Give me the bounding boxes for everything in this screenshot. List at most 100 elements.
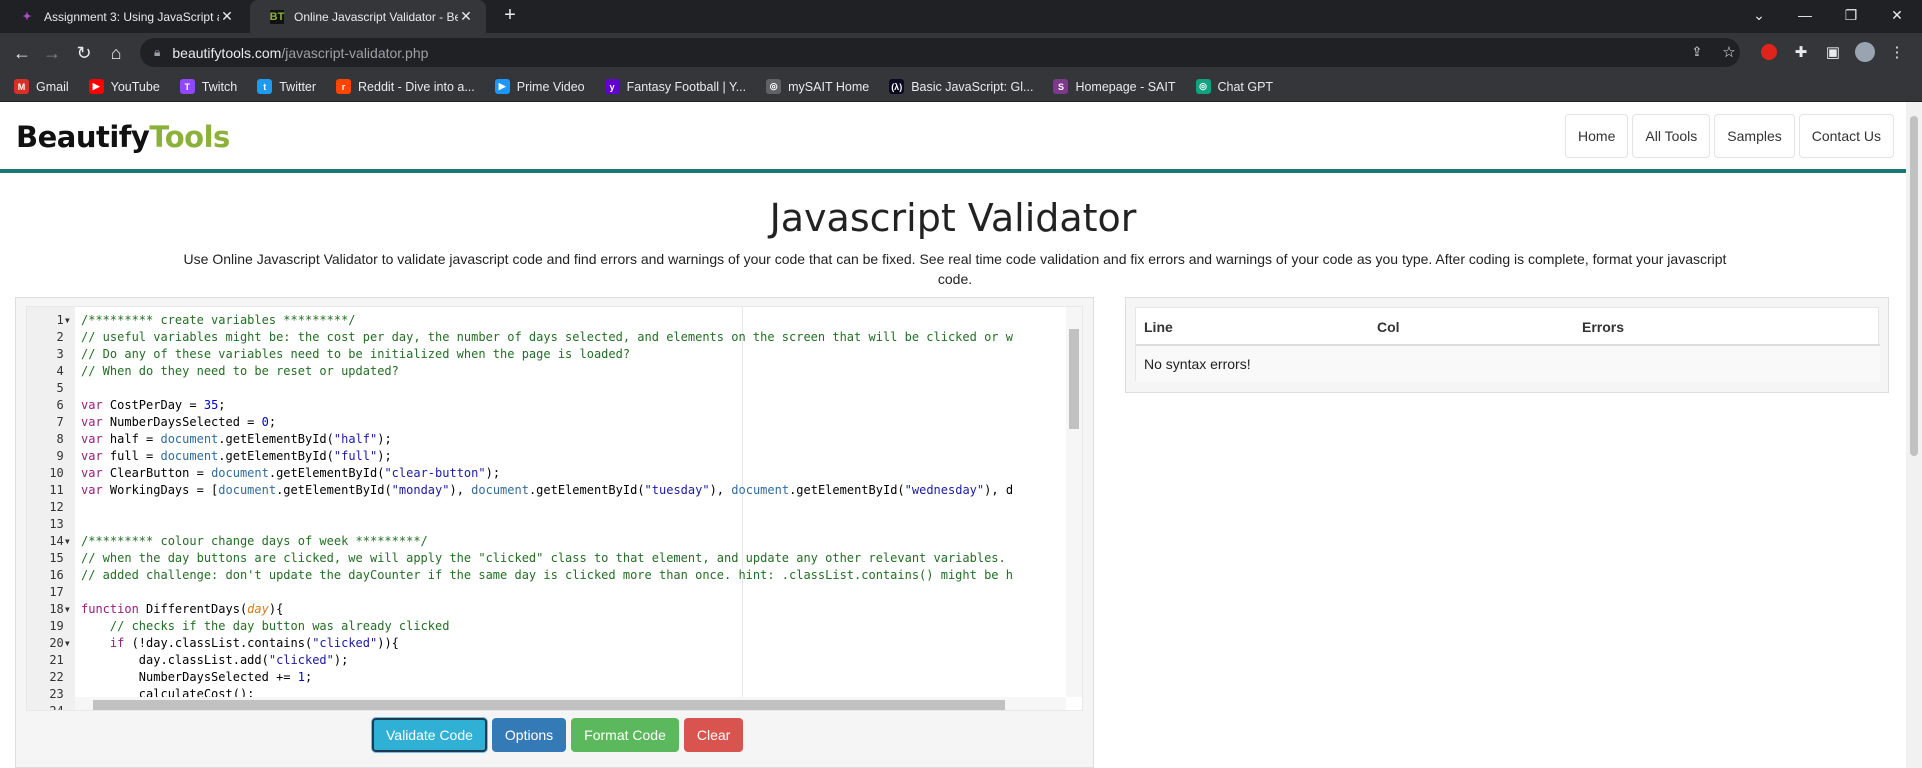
page-viewport: BeautifyTools Home All Tools Samples Con… [0, 102, 1906, 768]
page-scrollbar[interactable] [1906, 102, 1922, 768]
clear-button[interactable]: Clear [683, 718, 744, 752]
line-number[interactable]: 20▾ [27, 635, 75, 652]
home-icon[interactable]: ⌂ [104, 41, 128, 65]
code-line[interactable]: // added challenge: don't update the day… [75, 567, 1013, 584]
url-field[interactable]: 🔒︎ beautifytools.com/javascript-validato… [140, 38, 1740, 67]
code-line[interactable]: var WorkingDays = [document.getElementBy… [75, 482, 1013, 499]
new-tab-icon[interactable]: + [498, 4, 522, 27]
code-line[interactable]: day.classList.add("clicked"); [75, 652, 349, 669]
bookmark-item[interactable]: ▶ Prime Video [494, 79, 585, 94]
code-line[interactable] [75, 380, 81, 397]
close-window-icon[interactable]: ✕ [1874, 0, 1920, 30]
adblock-extension-icon[interactable] [1758, 41, 1780, 63]
bookmarks-bar: M Gmail ▶ YouTube T Twitch t Twitter r Reddit - D… [0, 72, 1922, 102]
code-line[interactable] [75, 499, 81, 516]
code-line[interactable]: // Do any of these variables need to be … [75, 346, 630, 363]
bookmark-item[interactable]: S Homepage - SAIT [1053, 79, 1176, 94]
code-line[interactable]: /********* colour change days of week **… [75, 533, 428, 550]
back-icon[interactable]: ← [10, 41, 34, 65]
line-number: 24 [49, 704, 71, 711]
restore-icon[interactable]: ❐ [1828, 0, 1874, 30]
code-line[interactable]: // when the day buttons are clicked, we … [75, 550, 1006, 567]
bookmark-favicon-icon: y [604, 79, 620, 94]
code-line[interactable] [75, 516, 81, 533]
tab-search-icon[interactable]: ⌄ [1736, 0, 1782, 30]
url-path: /javascript-validator.php [281, 44, 429, 61]
bookmark-item[interactable]: T Twitch [179, 79, 237, 94]
bookmark-label: Chat GPT [1217, 79, 1274, 94]
lock-icon: 🔒︎ [154, 45, 161, 59]
profile-avatar[interactable] [1854, 41, 1876, 63]
bookmark-item[interactable]: y Fantasy Football | Y... [604, 79, 747, 94]
line-number: 9 [56, 449, 71, 463]
code-line[interactable]: function DifferentDays(day){ [75, 601, 283, 618]
page-scroll-thumb[interactable] [1910, 116, 1918, 456]
line-number: 5 [56, 381, 71, 395]
bookmark-item[interactable]: M Gmail [14, 79, 69, 94]
results-header-row: Line Col Errors [1136, 308, 1880, 346]
close-tab-icon[interactable]: ✕ [458, 8, 474, 25]
forward-icon[interactable]: → [40, 41, 64, 65]
line-number[interactable]: 1▾ [27, 312, 75, 329]
line-number: 10 [49, 466, 71, 480]
code-line[interactable]: var ClearButton = document.getElementByI… [75, 465, 500, 482]
bookmark-star-icon[interactable]: ☆ [1718, 41, 1740, 63]
code-line[interactable]: NumberDaysSelected += 1; [75, 669, 312, 686]
bookmark-item[interactable]: t Twitter [257, 79, 316, 94]
editor-panel: 1▾ 2 3 4 5 6 7 8 9 10 11 12 13 14▾ 15 16 1… [15, 297, 1094, 768]
code-line[interactable]: // useful variables might be: the cost p… [75, 329, 1013, 346]
vertical-scroll-thumb[interactable] [1069, 329, 1079, 429]
code-line[interactable]: var NumberDaysSelected = 0; [75, 414, 276, 431]
options-button[interactable]: Options [491, 718, 567, 752]
site-logo[interactable]: BeautifyTools [16, 120, 230, 154]
url-host: beautifytools.com [172, 44, 282, 61]
nav-samples[interactable]: Samples [1714, 114, 1795, 158]
line-number: 7 [56, 415, 71, 429]
bookmark-item[interactable]: ▶ YouTube [88, 79, 160, 94]
bookmark-item[interactable]: ◎ mySAIT Home [766, 79, 869, 94]
tab-title: Assignment 3: Using JavaScript a [44, 9, 219, 24]
bookmark-favicon-icon: ▶ [494, 79, 510, 94]
code-line[interactable]: var full = document.getElementById("full… [75, 448, 392, 465]
line-number: 11 [49, 483, 71, 497]
code-line[interactable]: var CostPerDay = 35; [75, 397, 226, 414]
line-number: 8 [56, 432, 71, 446]
code-area[interactable]: /********* create variables *********///… [75, 307, 1082, 710]
header-col: Col [1377, 319, 1400, 335]
line-number[interactable]: 18▾ [27, 601, 75, 618]
bookmark-item[interactable]: ◎ Chat GPT [1195, 79, 1274, 94]
share-icon[interactable]: ⇪ [1686, 41, 1708, 63]
editor-horizontal-scrollbar[interactable] [75, 697, 1066, 710]
format-code-button[interactable]: Format Code [571, 718, 679, 752]
line-number[interactable]: 14▾ [27, 533, 75, 550]
validate-code-button[interactable]: Validate Code [372, 718, 487, 752]
code-editor[interactable]: 1▾ 2 3 4 5 6 7 8 9 10 11 12 13 14▾ 15 16 1… [26, 306, 1083, 711]
bookmark-item[interactable]: r Reddit - Dive into a... [336, 79, 475, 94]
nav-home[interactable]: Home [1565, 114, 1629, 158]
tab-validator[interactable]: BT Online Javascript Validator - Bea ✕ [250, 0, 486, 33]
line-number-gutter: 1▾ 2 3 4 5 6 7 8 9 10 11 12 13 14▾ 15 16 1… [27, 307, 75, 711]
code-line[interactable]: /********* create variables *********/ [75, 312, 356, 329]
tab-assignment[interactable]: ✦ Assignment 3: Using JavaScript a ✕ [0, 0, 247, 33]
chrome-menu-icon[interactable]: ⋮ [1886, 41, 1908, 63]
line-number: 22 [49, 670, 71, 684]
horizontal-scroll-thumb[interactable] [93, 700, 1005, 710]
nav-contact-us[interactable]: Contact Us [1798, 114, 1894, 158]
header-line: Line [1144, 319, 1173, 335]
bookmark-label: Fantasy Football | Y... [626, 79, 747, 94]
code-line[interactable]: // checks if the day button was already … [75, 618, 450, 635]
code-line[interactable]: // When do they need to be reset or upda… [75, 363, 399, 380]
editor-vertical-scrollbar[interactable] [1066, 307, 1082, 697]
reload-icon[interactable]: ↻ [72, 41, 96, 65]
side-panel-icon[interactable]: ▣ [1822, 41, 1844, 63]
code-line[interactable]: var half = document.getElementById("half… [75, 431, 392, 448]
code-line[interactable]: if (!day.classList.contains("clicked")){ [75, 635, 399, 652]
nav-all-tools[interactable]: All Tools [1632, 114, 1711, 158]
extensions-puzzle-icon[interactable]: ✚ [1790, 41, 1812, 63]
bookmark-favicon-icon: (λ) [889, 79, 905, 94]
bookmark-item[interactable]: (λ) Basic JavaScript: Gl... [889, 79, 1033, 94]
bookmark-favicon-icon: T [179, 79, 195, 94]
code-line[interactable] [75, 584, 81, 601]
close-tab-icon[interactable]: ✕ [219, 8, 235, 25]
minimize-icon[interactable]: — [1782, 0, 1828, 30]
